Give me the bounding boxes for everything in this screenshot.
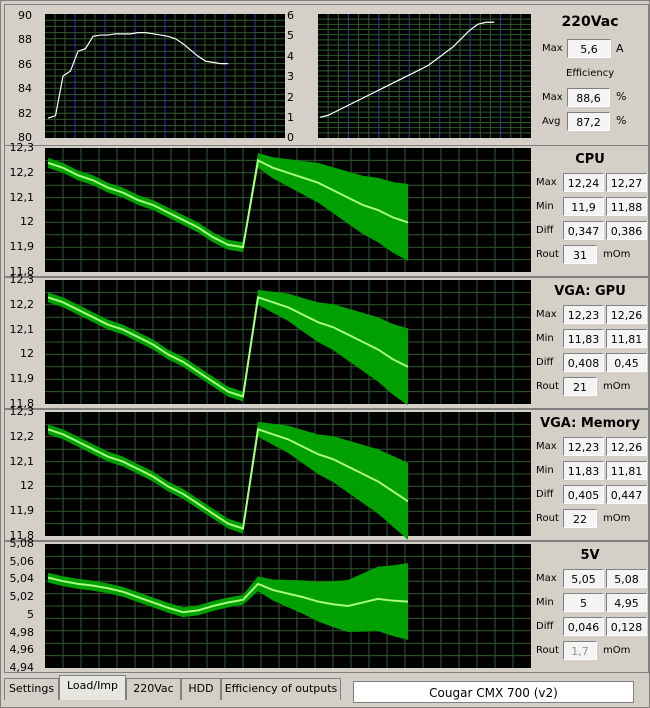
tab-efficiency-of-outputs[interactable]: Efficiency of outputs — [221, 678, 341, 700]
psu-model-name: Cougar CMX 700 (v2) — [353, 681, 634, 703]
tab-load-imp[interactable]: Load/Imp — [59, 675, 126, 700]
rail-band — [48, 421, 408, 540]
tab-220vac[interactable]: 220Vac — [126, 678, 181, 700]
chart-svg — [45, 14, 531, 668]
current-series-line — [319, 21, 495, 118]
tab-settings[interactable]: Settings — [4, 678, 59, 700]
rail-band — [48, 289, 408, 406]
tab-hdd[interactable]: HDD — [181, 678, 221, 700]
